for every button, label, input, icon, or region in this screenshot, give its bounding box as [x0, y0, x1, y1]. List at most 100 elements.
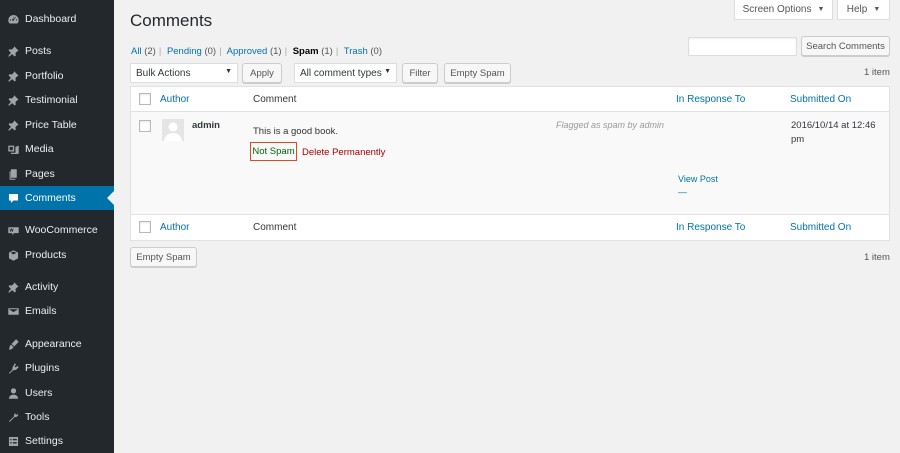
- items-count-bottom: 1 item: [864, 252, 890, 263]
- delete-permanently-link[interactable]: Delete Permanently: [302, 147, 385, 158]
- sidebar-item-label: Emails: [25, 305, 57, 317]
- column-comment-footer: Comment: [253, 222, 297, 233]
- sidebar-item-pages[interactable]: Pages: [0, 162, 114, 186]
- sidebar-item-label: Comments: [25, 192, 76, 204]
- screen-options-tab[interactable]: Screen Options ▼: [734, 0, 833, 20]
- pin-icon: [6, 44, 20, 58]
- sidebar-item-label: Users: [25, 387, 53, 399]
- sidebar-item-posts[interactable]: Posts: [0, 39, 114, 63]
- sidebar-item-products[interactable]: Products: [0, 243, 114, 267]
- sidebar-item-label: WooCommerce: [25, 224, 98, 236]
- bulk-actions-value: Bulk Actions: [136, 67, 191, 79]
- filter-all-link[interactable]: All (2): [131, 46, 156, 57]
- submitted-date[interactable]: 2016/10/14 at 12:46 pm: [791, 119, 876, 147]
- filter-all-label: All: [131, 46, 142, 57]
- comment-icon: [6, 191, 20, 205]
- comments-table: Author Comment In Response To Submitted …: [130, 86, 890, 241]
- sidebar-item-label: Plugins: [25, 362, 60, 374]
- view-post-link[interactable]: View Post: [678, 174, 718, 184]
- help-tab[interactable]: Help ▼: [837, 0, 890, 20]
- column-in-response-to-footer[interactable]: In Response To: [676, 222, 745, 233]
- column-comment: Comment: [253, 94, 297, 105]
- spam-flag-note: Flagged as spam by admin: [556, 120, 665, 130]
- filter-pending-link[interactable]: Pending (0): [167, 46, 216, 57]
- products-icon: [6, 248, 20, 262]
- sidebar-item-price-table[interactable]: Price Table: [0, 113, 114, 137]
- filter-trash-count: (0): [370, 46, 382, 57]
- filter-spam-current[interactable]: Spam (1): [293, 46, 333, 57]
- filter-pending-label: Pending: [166, 46, 202, 57]
- column-author-footer[interactable]: Author: [160, 222, 189, 233]
- chevron-down-icon: ▼: [384, 68, 391, 75]
- filter-separator: |: [158, 46, 162, 57]
- column-in-response-to[interactable]: In Response To: [676, 94, 745, 105]
- caret-down-icon: ▼: [873, 6, 881, 13]
- dashboard-icon: [6, 12, 20, 26]
- items-count: 1 item: [864, 67, 890, 78]
- avatar: [162, 119, 184, 141]
- select-all-checkbox[interactable]: [139, 93, 151, 105]
- sidebar-item-activity[interactable]: Activity: [0, 275, 114, 299]
- filter-separator: |: [284, 46, 288, 57]
- filter-pending-count: (0): [204, 46, 217, 57]
- users-icon: [6, 386, 20, 400]
- filter-all-count: (2): [144, 46, 156, 57]
- table-row: admin This is a good book. Flagged as sp…: [131, 112, 889, 214]
- filter-spam-count: (1): [321, 46, 333, 57]
- sidebar-item-testimonial[interactable]: Testimonial: [0, 88, 114, 112]
- help-label: Help: [846, 4, 868, 15]
- filter-approved-link[interactable]: Approved (1): [227, 46, 282, 57]
- filter-approved-count: (1): [269, 46, 282, 57]
- search-comments-button[interactable]: Search Comments: [801, 36, 890, 56]
- empty-spam-button-bottom[interactable]: Empty Spam: [130, 247, 197, 267]
- sidebar-item-label: Tools: [25, 411, 50, 423]
- screen-options-label: Screen Options: [742, 4, 812, 15]
- response-dash: —: [678, 187, 687, 197]
- column-submitted-on[interactable]: Submitted On: [790, 94, 851, 105]
- search-input[interactable]: [688, 37, 797, 56]
- sidebar-item-comments[interactable]: Comments: [0, 186, 114, 210]
- activity-icon: [6, 280, 20, 294]
- filter-separator: |: [219, 46, 222, 57]
- caret-down-icon: ▼: [817, 6, 825, 13]
- sidebar-item-label: Price Table: [25, 119, 77, 131]
- sidebar-item-emails[interactable]: Emails: [0, 299, 114, 323]
- filter-spam-label: Spam: [292, 46, 319, 57]
- avatar-placeholder-icon: [164, 122, 182, 141]
- media-icon: [6, 142, 20, 156]
- apply-button[interactable]: Apply: [242, 63, 282, 83]
- sidebar-item-appearance[interactable]: Appearance: [0, 332, 114, 356]
- filter-button[interactable]: Filter: [402, 63, 438, 83]
- sidebar-item-label: Media: [25, 143, 54, 155]
- empty-spam-button[interactable]: Empty Spam: [444, 63, 511, 83]
- sidebar-item-dashboard[interactable]: Dashboard: [0, 7, 114, 31]
- select-all-checkbox-footer[interactable]: [139, 221, 151, 233]
- sidebar-item-woocommerce[interactable]: WooCommerce: [0, 218, 114, 242]
- column-submitted-on-footer[interactable]: Submitted On: [790, 222, 851, 233]
- page-title: Comments: [130, 11, 213, 30]
- sidebar-item-plugins[interactable]: Plugins: [0, 356, 114, 380]
- sidebar-item-label: Portfolio: [25, 70, 64, 82]
- sidebar-item-label: Appearance: [25, 338, 82, 350]
- woocommerce-icon: [6, 223, 20, 237]
- pin-icon: [6, 93, 20, 107]
- chevron-down-icon: ▼: [225, 68, 232, 75]
- page-icon: [6, 167, 20, 181]
- sidebar-item-media[interactable]: Media: [0, 137, 114, 161]
- row-checkbox[interactable]: [139, 120, 151, 132]
- sidebar-item-tools[interactable]: Tools: [0, 405, 114, 429]
- comment-types-select[interactable]: All comment types ▼: [294, 63, 397, 83]
- sidebar-item-settings[interactable]: Settings: [0, 429, 114, 453]
- sidebar-item-users[interactable]: Users: [0, 381, 114, 405]
- sidebar-item-portfolio[interactable]: Portfolio: [0, 64, 114, 88]
- plugin-icon: [6, 361, 20, 375]
- bulk-actions-select[interactable]: Bulk Actions ▼: [130, 63, 238, 83]
- filter-trash-label: Trash: [343, 46, 368, 57]
- sidebar-item-label: Dashboard: [25, 13, 77, 25]
- comment-author[interactable]: admin: [192, 120, 220, 131]
- filter-approved-label: Approved: [226, 46, 268, 57]
- not-spam-link[interactable]: Not Spam: [250, 142, 297, 161]
- filter-trash-link[interactable]: Trash (0): [344, 46, 382, 57]
- column-author[interactable]: Author: [160, 94, 189, 105]
- email-icon: [6, 304, 20, 318]
